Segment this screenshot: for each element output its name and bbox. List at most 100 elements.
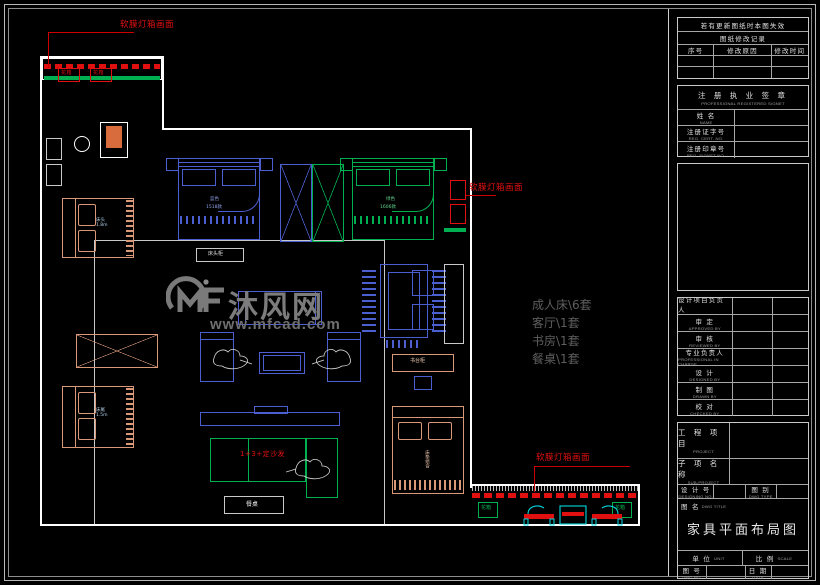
revision-cell[interactable] — [678, 67, 715, 78]
design-no-value[interactable] — [714, 485, 746, 498]
dwg-no-label-cn: 图 号 — [682, 567, 702, 575]
quantity-note-item: 成人床\6套 — [532, 298, 592, 312]
sofa-green-seam — [248, 439, 249, 481]
bed-tan-2-crosshatch-b — [77, 335, 157, 367]
quantity-note-list: 成人床\6套 客厅\1套 书房\1套 餐桌\1套 — [532, 296, 592, 368]
sofa-long-seam-left — [245, 292, 246, 324]
revision-col-reason: 修改原因 — [727, 47, 758, 55]
staff-sign-cell[interactable] — [773, 332, 808, 348]
bed-tan-right-ribs — [394, 480, 462, 490]
annotation-sofa-set: 1+3+定沙发 — [240, 450, 286, 458]
staff-label-en: APPROVED BY — [688, 325, 721, 331]
signet-cert-value[interactable] — [735, 126, 808, 141]
leader-line-top-horizontal — [48, 32, 134, 33]
bed-blue-1-color-label: 蓝色 — [210, 197, 219, 202]
staff-label-en: PROFESSIONAL IN CHARGE — [678, 357, 719, 365]
revision-cell[interactable] — [714, 67, 772, 78]
staff-name-cell[interactable] — [733, 366, 773, 382]
dwg-title-label-en: DWG TITLE — [701, 503, 727, 509]
signet-title-cn: 注 册 执 业 签 章 — [698, 90, 788, 100]
staff-sign-cell[interactable] — [773, 383, 808, 399]
staff-sign-cell[interactable] — [773, 349, 808, 365]
bed-tan-1-pillow-a — [78, 204, 96, 226]
entry-panel-1-label: 花箱 — [61, 70, 73, 76]
outdoor-hatch-band — [472, 486, 638, 491]
staff-sign-cell[interactable] — [773, 400, 808, 416]
tv-unit — [254, 406, 288, 414]
staff-name-cell[interactable] — [733, 298, 773, 314]
revision-cell[interactable] — [772, 67, 808, 78]
revision-cell[interactable] — [678, 56, 715, 66]
staff-label-cn: 制 图 — [695, 385, 715, 394]
tv-cabinet — [200, 412, 340, 426]
cad-drawing-canvas: 花箱 花箱 软膜灯箱画面 床头 1.8m 床尾 1.5m 蓝色 1518款 床头… — [0, 0, 820, 585]
revision-cell[interactable] — [714, 56, 772, 66]
nightstand-green-right-icon — [434, 158, 447, 171]
signet-name-label-en: NAME — [699, 120, 713, 125]
watermark-logo — [165, 272, 228, 323]
bed-tan-right-headboard — [392, 406, 464, 418]
leader-line-bottom-vertical — [534, 466, 535, 492]
wardrobe-green-x2 — [313, 165, 343, 241]
plant-right-icon — [311, 349, 351, 370]
staff-sign-cell[interactable] — [773, 366, 808, 382]
leader-line-bottom-horizontal — [534, 466, 630, 467]
nightstand-green-left-icon — [340, 158, 353, 171]
staff-name-cell[interactable] — [733, 332, 773, 348]
plant-bottom-icon — [286, 459, 330, 480]
staff-name-cell[interactable] — [733, 400, 773, 416]
project-value[interactable] — [730, 423, 808, 458]
bed-green-footer-ribs — [354, 216, 432, 224]
outdoor-seating-icon — [523, 505, 623, 526]
signet-title-en: PROFESSIONAL REGISTERED SIGNET — [701, 100, 785, 106]
revision-block: 若有更新图纸时本图失效 图纸修改记录 序号 修改原因 修改时间 — [677, 17, 809, 79]
bed-tan-1-headboard — [62, 198, 76, 258]
revision-cell[interactable] — [772, 56, 808, 66]
wall-bottom — [40, 524, 178, 526]
wall-right-upper — [470, 128, 472, 488]
title-block: 若有更新图纸时本图失效 图纸修改记录 序号 修改原因 修改时间 注 册 执 业 … — [668, 9, 811, 579]
annotation-lightbox-bottom: 软膜灯箱画面 — [536, 453, 591, 463]
dwg-no-value[interactable] — [707, 566, 746, 579]
signet-no-value[interactable] — [735, 142, 808, 158]
subproject-label-en: SUB-PROJECT — [687, 480, 720, 484]
leader-line-top-vertical — [48, 32, 49, 68]
date-value[interactable] — [772, 566, 808, 579]
wardrobe-lower-b — [412, 304, 434, 330]
unit-label-cn: 单 位 — [692, 555, 712, 563]
staff-name-cell[interactable] — [733, 383, 773, 399]
staff-label-cn: 审 核 — [695, 334, 715, 343]
bed-tan-right-pillow-b — [428, 422, 452, 440]
sofa-long-back — [238, 291, 322, 325]
signet-no-label-cn: 注册印章号 — [686, 144, 726, 153]
staff-label-cn: 审 定 — [695, 317, 715, 326]
planter-left-label: 花箱 — [481, 505, 492, 511]
bed-blue-1-pillow-left — [182, 169, 216, 186]
signet-cert-label-en: REG. CERT. NO. — [688, 136, 724, 141]
staff-name-cell[interactable] — [733, 349, 773, 365]
staff-name-cell[interactable] — [733, 315, 773, 331]
dwg-type-value[interactable] — [777, 485, 808, 498]
wall-inner-vertical-left — [162, 56, 164, 130]
left-cabinet-1 — [46, 138, 62, 160]
page-title: 家具平面布局图 — [686, 523, 799, 538]
plant-left-icon — [213, 349, 253, 370]
staff-block: 设计项目负责人 PROJECT LEADER 审 定 APPROVED BY 审… — [677, 297, 809, 416]
bed-tan-right-pillow-a — [398, 422, 422, 440]
signet-block: 注 册 执 业 签 章 PROFESSIONAL REGISTERED SIGN… — [677, 85, 809, 158]
coffee-table-inner — [263, 355, 301, 371]
staff-label-en: DESIGNED BY — [689, 376, 721, 382]
round-table-icon — [74, 136, 90, 152]
revision-heading: 图纸修改记录 — [719, 35, 767, 43]
scale-label-en: SCALE — [777, 555, 793, 561]
project-label-cn: 工 程 项 目 — [678, 428, 721, 448]
staff-sign-cell[interactable] — [773, 298, 808, 314]
staff-label-en: REVIEWED BY — [689, 342, 721, 348]
wall-art-motif — [106, 126, 122, 148]
subproject-value[interactable] — [730, 459, 808, 484]
bed-blue-1-footer-ribs — [180, 216, 258, 224]
staff-sign-cell[interactable] — [773, 315, 808, 331]
staff-label-cn: 设计项目负责人 — [678, 298, 725, 314]
wall-bottom-right — [176, 524, 472, 526]
signet-name-value[interactable] — [735, 110, 808, 125]
